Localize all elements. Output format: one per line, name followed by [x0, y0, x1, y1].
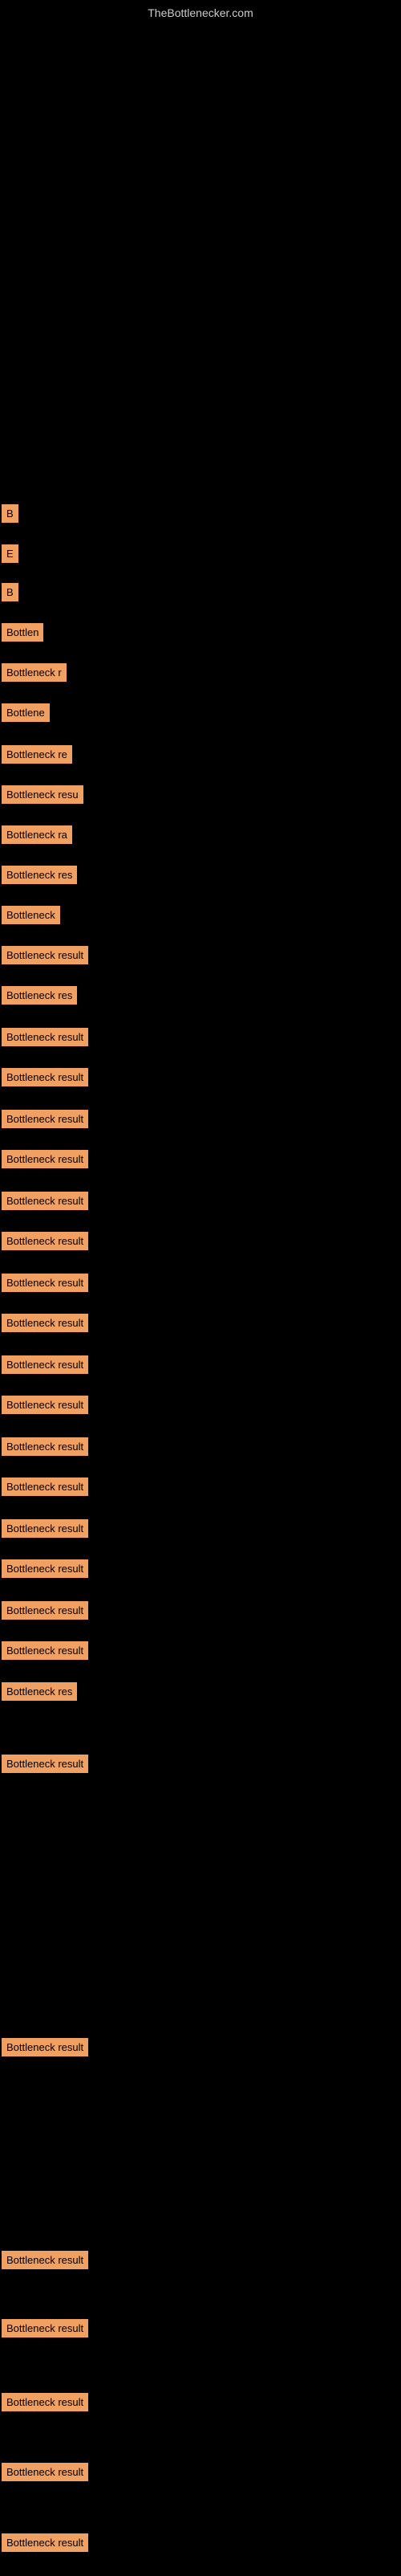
bottleneck-label-35: Bottleneck result	[2, 2393, 88, 2411]
bottleneck-label-14: Bottleneck result	[2, 1028, 88, 1046]
bottleneck-label-17: Bottleneck result	[2, 1150, 88, 1168]
bottleneck-label-9: Bottleneck ra	[2, 825, 72, 844]
bottleneck-label-6: Bottlene	[2, 703, 50, 722]
bottleneck-label-16: Bottleneck result	[2, 1110, 88, 1128]
bottleneck-label-20: Bottleneck result	[2, 1274, 88, 1292]
bottleneck-label-27: Bottleneck result	[2, 1559, 88, 1578]
bottleneck-label-37: Bottleneck result	[2, 2533, 88, 2552]
bottleneck-label-31: Bottleneck result	[2, 1755, 88, 1773]
bottleneck-label-21: Bottleneck result	[2, 1314, 88, 1332]
bottleneck-label-23: Bottleneck result	[2, 1396, 88, 1414]
bottleneck-label-4: Bottlen	[2, 623, 43, 642]
bottleneck-label-13: Bottleneck res	[2, 986, 77, 1005]
bottleneck-label-19: Bottleneck result	[2, 1232, 88, 1250]
bottleneck-label-5: Bottleneck r	[2, 663, 67, 682]
bottleneck-label-25: Bottleneck result	[2, 1478, 88, 1496]
bottleneck-label-18: Bottleneck result	[2, 1192, 88, 1210]
bottleneck-label-2: E	[2, 544, 18, 563]
bottleneck-label-24: Bottleneck result	[2, 1437, 88, 1456]
bottleneck-label-30: Bottleneck res	[2, 1682, 77, 1701]
bottleneck-label-7: Bottleneck re	[2, 745, 72, 764]
site-title: TheBottlenecker.com	[0, 0, 401, 22]
bottleneck-label-12: Bottleneck result	[2, 946, 88, 964]
bottleneck-label-22: Bottleneck result	[2, 1355, 88, 1374]
bottleneck-label-29: Bottleneck result	[2, 1641, 88, 1660]
bottleneck-label-26: Bottleneck result	[2, 1519, 88, 1538]
bottleneck-label-34: Bottleneck result	[2, 2319, 88, 2338]
bottleneck-label-36: Bottleneck result	[2, 2463, 88, 2481]
bottleneck-label-10: Bottleneck res	[2, 866, 77, 884]
bottleneck-label-32: Bottleneck result	[2, 2038, 88, 2056]
bottleneck-label-11: Bottleneck	[2, 906, 60, 924]
bottleneck-label-28: Bottleneck result	[2, 1601, 88, 1620]
bottleneck-label-3: B	[2, 583, 18, 601]
bottleneck-label-8: Bottleneck resu	[2, 785, 83, 804]
bottleneck-label-1: B	[2, 504, 18, 523]
bottleneck-label-33: Bottleneck result	[2, 2251, 88, 2269]
bottleneck-label-15: Bottleneck result	[2, 1068, 88, 1086]
